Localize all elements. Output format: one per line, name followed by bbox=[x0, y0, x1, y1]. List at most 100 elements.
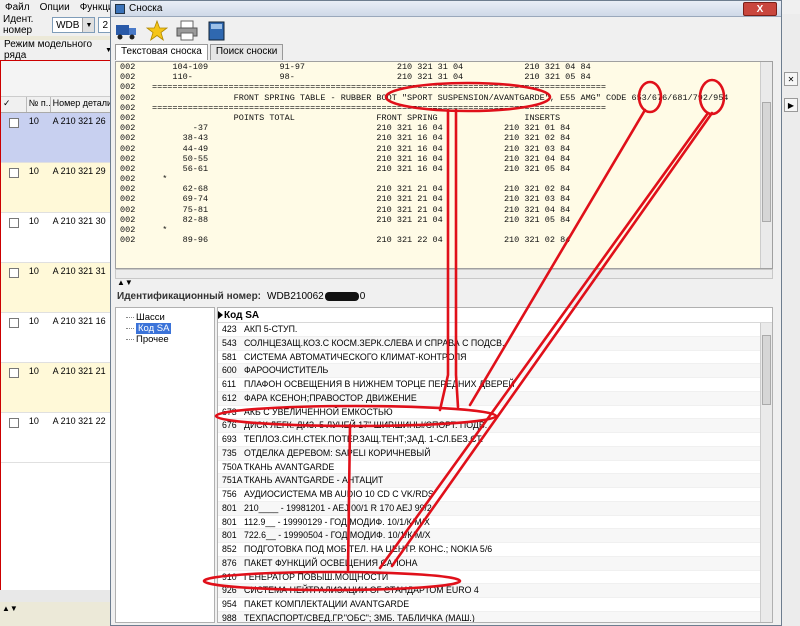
tree-item-chassis[interactable]: Шасси bbox=[116, 312, 214, 323]
footnote-text-lines: 002 104-109 91-97 210 321 31 04 210 321 … bbox=[116, 62, 761, 245]
table-row[interactable]: 10 A 210 321 26 bbox=[1, 113, 112, 163]
sa-description: ФАРООЧИСТИТЕЛЬ bbox=[244, 365, 329, 376]
list-item[interactable]: 543 СОЛНЦЕЗАЩ.КОЗ.С КОСМ.ЗЕРК.СЛЕВА И СПР… bbox=[218, 336, 772, 351]
close-icon[interactable]: ✕ bbox=[784, 72, 798, 86]
grid-col-part[interactable]: Номер детали bbox=[51, 97, 112, 112]
table-row[interactable]: 10 A 210 321 22 bbox=[1, 413, 112, 463]
sa-description: ТКАНЬ AVANTGARDE bbox=[244, 461, 335, 472]
line-code: 002 bbox=[120, 163, 136, 174]
row-checkbox[interactable] bbox=[9, 218, 19, 228]
list-item[interactable]: 852 ПОДГОТОВКА ПОД МОБ.ТЕЛ. НА ЦЕНТР. КОН… bbox=[218, 543, 772, 557]
list-item[interactable]: 612 ФАРА КСЕНОН;ПРАВОСТОР. ДВИЖЕНИЕ bbox=[218, 391, 772, 406]
sa-description: ОТДЕЛКА ДЕРЕВОМ: SAPELI КОРИЧНЕВЫЙ bbox=[244, 447, 431, 458]
scrollbar-thumb[interactable] bbox=[762, 102, 771, 222]
table-row[interactable]: 10 A 210 321 21 bbox=[1, 363, 112, 413]
row-checkbox[interactable] bbox=[9, 268, 19, 278]
table-row[interactable]: 10 A 210 321 30 bbox=[1, 213, 112, 263]
list-item[interactable]: 801 112.9__ - 19990129 - ГОД МОДИФ. 10/1/… bbox=[218, 516, 772, 530]
list-item[interactable]: 581 СИСТЕМА АВТОМАТИЧЕСКОГО КЛИМАТ-КОНТРО… bbox=[218, 351, 772, 365]
list-item[interactable]: 750A ТКАНЬ AVANTGARDE bbox=[218, 461, 772, 475]
line-text: * bbox=[152, 174, 168, 185]
footnote-line: 002 =====================================… bbox=[120, 82, 761, 92]
text-horizontal-scrollbar[interactable] bbox=[115, 269, 773, 279]
list-item[interactable]: 876 ПАКЕТ ФУНКЦИЙ ОСВЕЩЕНИЯ САЛОНА bbox=[218, 556, 772, 571]
printer-icon[interactable] bbox=[175, 19, 199, 43]
panel-splitter[interactable]: ▲▼ bbox=[115, 279, 773, 287]
tree-item-sa-code[interactable]: Код SA bbox=[116, 323, 214, 334]
list-item[interactable]: 756 АУДИОСИСТЕМА MB AUDIO 10 CD C VK/RDS bbox=[218, 488, 772, 502]
row-checkbox[interactable] bbox=[9, 368, 19, 378]
row-checkbox[interactable] bbox=[9, 318, 19, 328]
row-qty: 10 bbox=[28, 166, 39, 176]
splitter-arrows-icon[interactable]: ▲▼ bbox=[0, 604, 18, 613]
ident-toolbar: Идент. номер WDB ▼ 2 bbox=[0, 14, 112, 36]
row-checkbox[interactable] bbox=[9, 118, 19, 128]
window-titlebar[interactable]: Сноска bbox=[111, 1, 781, 17]
line-text: ========================================… bbox=[152, 102, 606, 113]
line-code: 002 bbox=[120, 133, 136, 144]
tab-text-footnote[interactable]: Текстовая сноска bbox=[115, 44, 208, 60]
list-item[interactable]: 423 АКП 5-СТУП. bbox=[218, 323, 772, 337]
footnote-line: 002 50-55 210 321 16 04 210 321 04 84 bbox=[120, 154, 761, 164]
menu-options[interactable]: Опции bbox=[35, 2, 75, 13]
list-item[interactable]: 954 ПАКЕТ КОМПЛЕКТАЦИИ AVANTGARDE bbox=[218, 598, 772, 612]
ident-combo[interactable]: WDB ▼ bbox=[52, 17, 96, 33]
sa-code: 612 bbox=[222, 392, 237, 403]
bottom-splitter: ▲▼ bbox=[0, 602, 112, 626]
close-button[interactable]: X bbox=[743, 2, 777, 16]
line-text: 82-88 210 321 21 04 210 321 05 84 bbox=[152, 214, 571, 225]
list-item[interactable]: 673 АКБ С УВЕЛИЧЕННОЙ ЕМКОСТЬЮ bbox=[218, 406, 772, 420]
footnote-window: Сноска X Текстовая сноска Поиск сноски 0… bbox=[110, 0, 782, 626]
row-checkbox[interactable] bbox=[9, 168, 19, 178]
row-checkbox[interactable] bbox=[9, 418, 19, 428]
line-code: 002 bbox=[120, 235, 136, 246]
list-item[interactable]: 910 ГЕНЕРАТОР ПОВЫШ.МОЩНОСТИ bbox=[218, 571, 772, 585]
line-code: 002 bbox=[120, 174, 136, 185]
footnote-line: 002 38-43 210 321 16 04 210 321 02 84 bbox=[120, 133, 761, 143]
footnote-line: 002 =====================================… bbox=[120, 103, 761, 113]
grid-header: ✓ № п... Номер детали bbox=[1, 97, 112, 113]
list-item[interactable]: 611 ПЛАФОН ОСВЕЩЕНИЯ В НИЖНЕМ ТОРЦЕ ПЕРЕД… bbox=[218, 378, 772, 392]
footnote-text-area[interactable]: 002 104-109 91-97 210 321 31 04 210 321 … bbox=[115, 61, 773, 269]
truck-icon[interactable] bbox=[115, 19, 139, 43]
text-vertical-scrollbar[interactable] bbox=[760, 62, 772, 268]
sa-vertical-scrollbar[interactable] bbox=[760, 323, 772, 622]
chevron-down-icon[interactable]: ▼ bbox=[82, 18, 95, 32]
list-item[interactable]: 751A ТКАНЬ AVANTGARDE - АНТАЦИТ bbox=[218, 474, 772, 488]
table-row[interactable]: 10 A 210 321 29 bbox=[1, 163, 112, 213]
list-item[interactable]: 600 ФАРООЧИСТИТЕЛЬ bbox=[218, 364, 772, 378]
list-item[interactable]: 735 ОТДЕЛКА ДЕРЕВОМ: SAPELI КОРИЧНЕВЫЙ bbox=[218, 446, 772, 461]
right-side-strip: ✕ ▶ bbox=[782, 14, 800, 626]
sa-code: 801 bbox=[222, 516, 237, 527]
list-item[interactable]: 801 210____ - 19981201 - AEJ 00/1 R 170 A… bbox=[218, 501, 772, 516]
star-icon[interactable] bbox=[145, 19, 169, 43]
grid-col-qty[interactable]: № п... bbox=[27, 97, 51, 112]
arrow-right-icon[interactable]: ▶ bbox=[784, 98, 798, 112]
sa-code: 910 bbox=[222, 571, 237, 582]
grid-col-check[interactable]: ✓ bbox=[1, 97, 27, 112]
list-item[interactable]: 676 ДИСК ЛЕГК. ДИЗ. 5 ЛУЧЕЙ 17" ШИР.ШИНЫ/… bbox=[218, 419, 772, 433]
splitter-arrows-icon[interactable]: ▲▼ bbox=[117, 278, 133, 287]
table-row[interactable]: 10 A 210 321 16 bbox=[1, 313, 112, 363]
sa-code: 801 bbox=[222, 530, 237, 541]
scrollbar-thumb[interactable] bbox=[762, 335, 771, 405]
model-range-mode[interactable]: Режим модельного ряда ▼ bbox=[0, 39, 112, 61]
footnote-line: 002 82-88 210 321 21 04 210 321 05 84 bbox=[120, 215, 761, 225]
grid-horizontal-scrollbar[interactable] bbox=[0, 590, 112, 602]
book-icon[interactable] bbox=[205, 19, 229, 43]
list-item[interactable]: 693 ТЕПЛОЗ.СИН.СТЕК.ПОТЕР.ЗАЩ.ТЕНТ;ЗАД. 1… bbox=[218, 433, 772, 447]
line-text: 104-109 91-97 210 321 31 04 210 321 04 8… bbox=[152, 62, 591, 72]
table-row[interactable]: 10 A 210 321 31 bbox=[1, 263, 112, 313]
list-item[interactable]: 988 ТЕХПАСПОРТ/СВЕД.ГР."ОБС"; ЗМБ. ТАБЛИЧ… bbox=[218, 611, 772, 622]
menu-file[interactable]: Файл bbox=[0, 2, 35, 13]
sa-description: ПОДГОТОВКА ПОД МОБ.ТЕЛ. НА ЦЕНТР. КОНС.;… bbox=[244, 544, 493, 554]
row-part-number: A 210 321 26 bbox=[52, 116, 106, 126]
sa-code: 926 bbox=[222, 585, 237, 596]
tab-footnote-search[interactable]: Поиск сноски bbox=[209, 44, 284, 60]
list-item[interactable]: 926 СИСТЕМА НЕЙТРАЛИЗАЦИИ ОГ СТАНДАРТОМ E… bbox=[218, 584, 772, 598]
line-text: 89-96 210 321 22 04 210 321 02 84 bbox=[152, 235, 571, 246]
line-code: 002 bbox=[120, 112, 136, 123]
list-item[interactable]: 801 722.6__ - 19990504 - ГОД МОДИФ. 10/1/… bbox=[218, 529, 772, 543]
tree-item-other[interactable]: Прочее bbox=[116, 334, 214, 345]
ident-number-value: WDB210062 0 bbox=[267, 291, 365, 302]
